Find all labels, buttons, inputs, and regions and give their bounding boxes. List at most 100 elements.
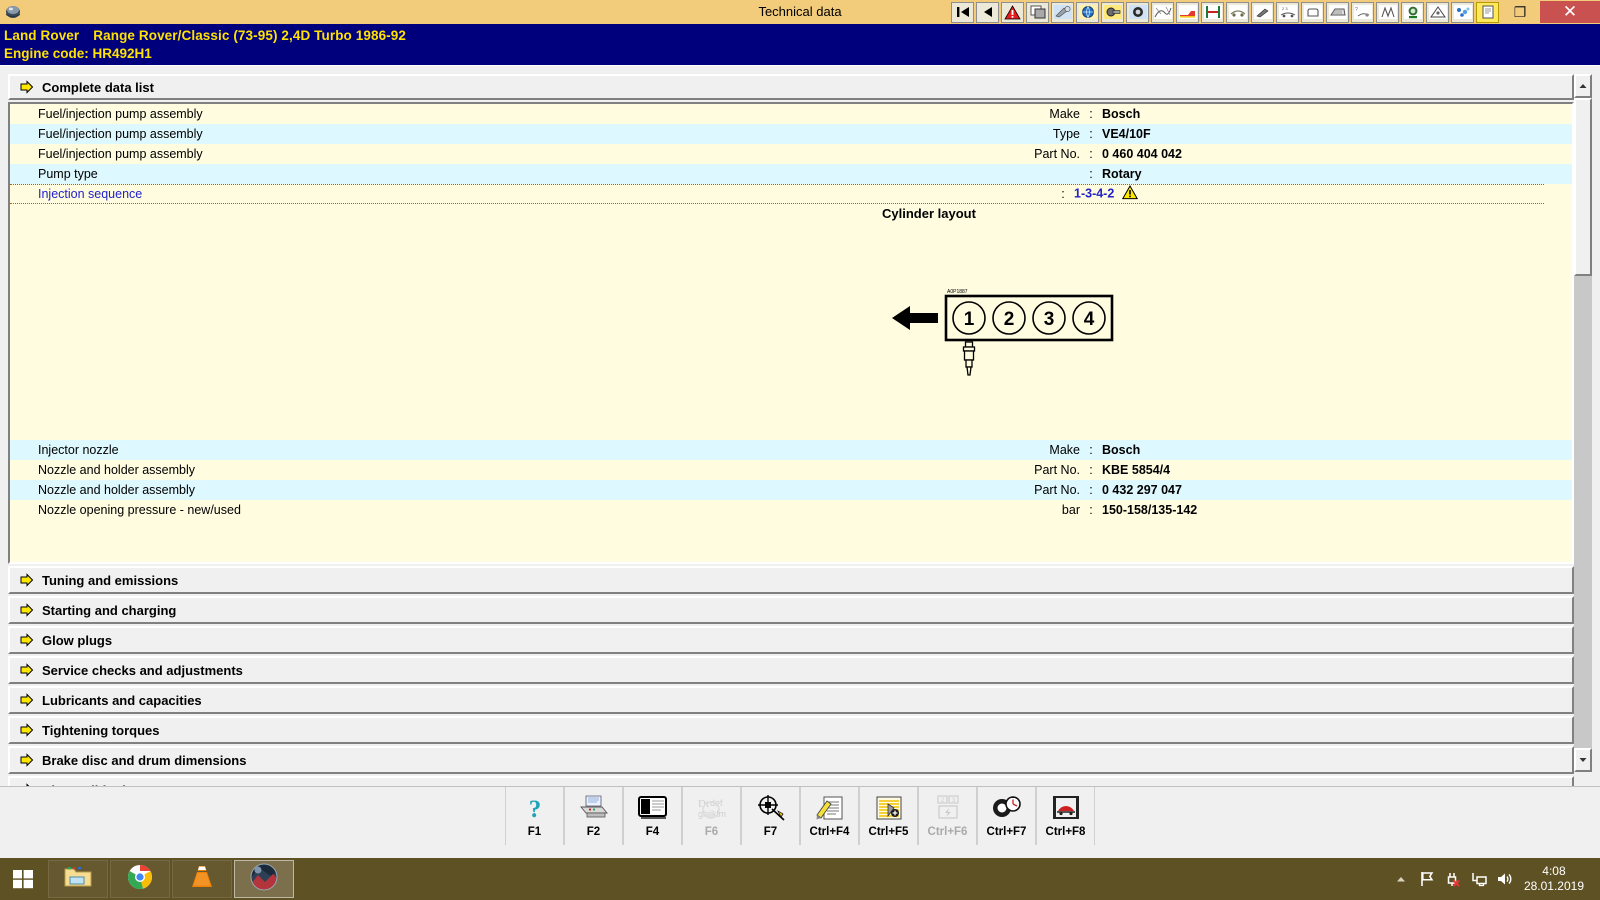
row-value: 150-158/135-142 (1102, 503, 1572, 517)
yellow-arrow-icon (20, 753, 34, 767)
autodata-app-icon (249, 862, 279, 897)
row-label: Fuel/injection pump assembly (10, 107, 203, 121)
function-key-label: F4 (646, 826, 659, 838)
row-label: Fuel/injection pump assembly (10, 147, 203, 161)
engine-component-icon[interactable] (1101, 2, 1124, 23)
svg-text:?: ? (1355, 7, 1358, 13)
data-panel: Complete data list Fuel/injection pump a… (8, 74, 1592, 772)
function-key-ctrl-f8[interactable]: Ctrl+F8 (1036, 787, 1095, 845)
vehicle-header: Land RoverRange Rover/Classic (73-95) 2,… (0, 24, 1600, 65)
yellow-arrow-icon (20, 80, 34, 94)
row-value: KBE 5854/4 (1102, 463, 1572, 477)
taskbar-item[interactable] (234, 860, 294, 898)
scrollbar-thumb[interactable] (1574, 98, 1592, 276)
row-colon: : (1052, 187, 1074, 201)
taskbar-item[interactable] (48, 860, 108, 898)
engine-bay-icon[interactable] (1326, 2, 1349, 23)
yellow-arrow-icon (20, 603, 34, 617)
lift-vehicle-icon[interactable] (1201, 2, 1224, 23)
function-key-f1[interactable]: ?F1 (505, 787, 564, 845)
window-layout-icon[interactable] (1026, 2, 1049, 23)
function-key-f2[interactable]: F2 (564, 787, 623, 845)
suspension-icon[interactable] (1376, 2, 1399, 23)
row-colon: : (1080, 503, 1102, 517)
accordion-section-lubricants-and-capacities[interactable]: Lubricants and capacities (8, 686, 1574, 714)
function-key-f7[interactable]: F7 (741, 787, 800, 845)
function-key-ctrl-f4[interactable]: Ctrl+F4 (800, 787, 859, 845)
printer-icon (578, 791, 610, 824)
seat-icon[interactable] (1301, 2, 1324, 23)
close-window-button[interactable]: ✕ (1540, 1, 1600, 23)
content-area: Complete data list Fuel/injection pump a… (0, 66, 1600, 786)
accordion-section-tuning-and-emissions[interactable]: Tuning and emissions (8, 566, 1574, 594)
taskbar-item[interactable] (172, 860, 232, 898)
accordion-section-service-checks-and-adjustments[interactable]: Service checks and adjustments (8, 656, 1574, 684)
row-label: Nozzle opening pressure - new/used (10, 503, 241, 517)
taskbar-clock[interactable]: 4:08 28.01.2019 (1518, 864, 1594, 894)
table-row: Nozzle opening pressure - new/usedbar:15… (10, 500, 1572, 520)
diagnostics-help-icon[interactable]: ? (1351, 2, 1374, 23)
row-colon: : (1080, 107, 1102, 121)
vehicle-lift-icon (1051, 791, 1081, 824)
chassis-icon[interactable] (1226, 2, 1249, 23)
air-conditioning-icon[interactable] (1401, 2, 1424, 23)
application-window: Technical data 2 3? ❐ ✕ Land RoverRange … (0, 0, 1600, 900)
show-hidden-icons-chevron[interactable] (1388, 858, 1414, 900)
warning-triangle-icon[interactable] (1122, 185, 1138, 203)
row-label: Nozzle and holder assembly (10, 463, 195, 477)
windows-start-icon[interactable] (0, 858, 46, 900)
usb-device-error-icon[interactable] (1440, 858, 1466, 900)
svg-text:1: 1 (964, 309, 975, 330)
row-colon: : (1080, 483, 1102, 497)
accordion-section-glow-plugs[interactable]: Glow plugs (8, 626, 1574, 654)
accordion-section-brake-disc-and-drum-dimensions[interactable]: Brake disc and drum dimensions (8, 746, 1574, 774)
scroll-up-button[interactable] (1574, 74, 1592, 98)
yellow-arrow-icon (20, 663, 34, 677)
title-bar: Technical data 2 3? ❐ ✕ (0, 0, 1600, 25)
flag-action-center-icon[interactable] (1414, 858, 1440, 900)
network-icon[interactable] (1466, 858, 1492, 900)
brush-tool-icon[interactable] (1251, 2, 1274, 23)
diagram-title: Cylinder layout (882, 206, 976, 221)
title-bar-toolbar: 2 3? ❐ ✕ (950, 0, 1600, 24)
font-magnify-icon: Dtdefghijklm (695, 791, 729, 824)
function-key-ctrl-f5[interactable]: Ctrl+F5 (859, 787, 918, 845)
row-label: Injection sequence (10, 187, 142, 201)
vehicle-dimensions-icon[interactable]: 2 3 (1276, 2, 1299, 23)
timer-gauge-icon (991, 791, 1023, 824)
function-key-label: F7 (764, 826, 777, 838)
wheel-alignment-icon[interactable] (1126, 2, 1149, 23)
function-key-f4[interactable]: F4 (623, 787, 682, 845)
airbag-warning-icon[interactable] (1426, 2, 1449, 23)
table-row: Pump type:Rotary (10, 164, 1572, 184)
scrollbar-track[interactable] (1574, 98, 1592, 750)
function-key-ctrl-f7[interactable]: Ctrl+F7 (977, 787, 1036, 845)
restore-window-button[interactable]: ❐ (1500, 1, 1540, 23)
table-row[interactable]: Injection sequence:1-3-4-2 (10, 184, 1544, 204)
add-note-icon (874, 791, 904, 824)
accordion-section-tightening-torques[interactable]: Tightening torques (8, 716, 1574, 744)
row-colon: : (1080, 127, 1102, 141)
volume-icon[interactable] (1492, 858, 1518, 900)
service-schedule-icon[interactable] (1176, 2, 1199, 23)
repair-tools-icon[interactable] (1051, 2, 1074, 23)
accordion-section-starting-and-charging[interactable]: Starting and charging (8, 596, 1574, 624)
row-colon: : (1080, 147, 1102, 161)
previous-record-icon[interactable] (976, 2, 999, 23)
globe-icon[interactable] (1076, 2, 1099, 23)
svg-text:2: 2 (1004, 309, 1015, 330)
warning-triangle-icon[interactable] (1001, 2, 1024, 23)
row-value: Bosch (1102, 107, 1572, 121)
technical-data-icon[interactable] (1476, 2, 1499, 23)
electrical-parts-icon[interactable] (1451, 2, 1474, 23)
taskbar-item[interactable] (110, 860, 170, 898)
file-explorer-icon (63, 864, 93, 895)
table-row: Nozzle and holder assemblyPart No.:0 432… (10, 480, 1572, 500)
section-header-complete-data-list[interactable]: Complete data list (8, 74, 1574, 100)
scroll-down-button[interactable] (1574, 748, 1592, 772)
row-value: 0 432 297 047 (1102, 483, 1572, 497)
function-key-label: Ctrl+F8 (1046, 826, 1086, 838)
first-record-icon[interactable] (951, 2, 974, 23)
vertical-scrollbar[interactable] (1574, 74, 1592, 772)
wiring-diagram-icon[interactable] (1151, 2, 1174, 23)
